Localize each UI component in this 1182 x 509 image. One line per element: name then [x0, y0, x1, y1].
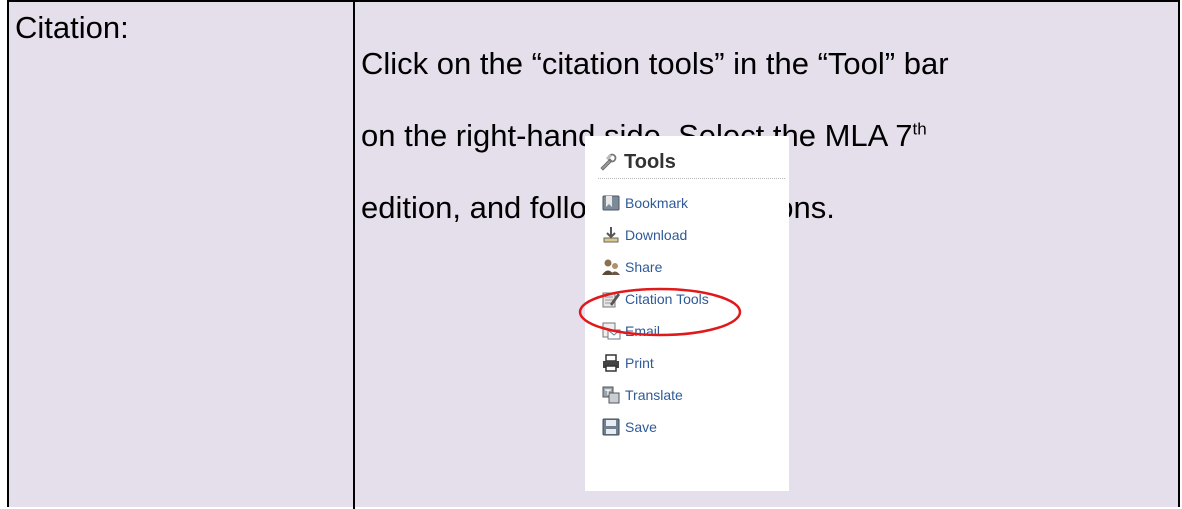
tool-label-print: Print [625, 355, 654, 371]
bookmark-icon [602, 195, 620, 211]
tool-label-bookmark: Bookmark [625, 195, 689, 211]
tool-item-save[interactable]: Save [601, 414, 657, 440]
ordinal-superscript: th [912, 119, 927, 139]
tool-item-print[interactable]: Print [601, 350, 654, 376]
tool-label-download: Download [625, 227, 688, 243]
save-icon [602, 418, 620, 436]
instruction-line-1: Click on the “citation tools” in the “To… [361, 46, 949, 81]
column-divider [353, 2, 355, 509]
tools-panel-title: Tools [624, 150, 676, 173]
tool-label-save: Save [625, 419, 657, 435]
translate-icon [602, 386, 620, 404]
tools-panel-header: Tools [598, 146, 785, 179]
print-icon [603, 354, 619, 372]
tool-item-bookmark[interactable]: Bookmark [601, 190, 688, 216]
download-icon [603, 227, 619, 243]
tool-label-translate: Translate [625, 387, 683, 403]
tool-item-translate[interactable]: Translate [601, 382, 683, 408]
share-icon [602, 259, 620, 275]
row-label: Citation: [15, 10, 129, 45]
highlight-ellipse [578, 287, 742, 337]
tool-item-share[interactable]: Share [601, 254, 662, 280]
tool-label-share: Share [625, 259, 663, 275]
tools-icon [600, 153, 617, 171]
tool-item-download[interactable]: Download [601, 222, 687, 248]
